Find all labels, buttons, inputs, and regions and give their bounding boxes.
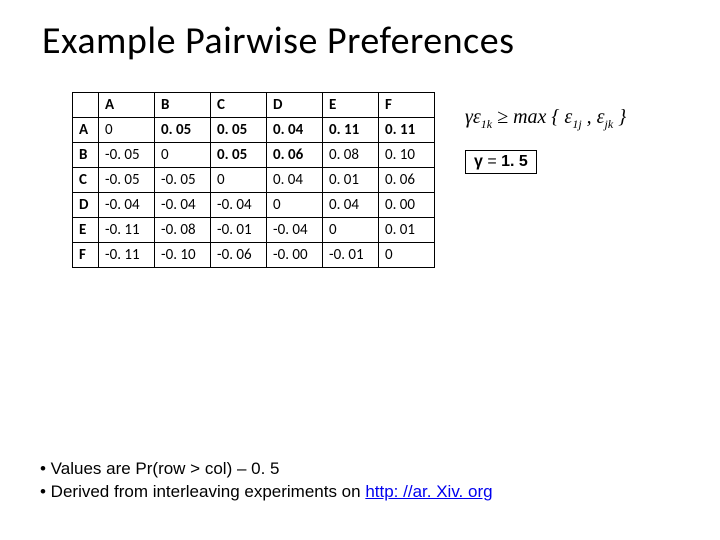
formula-sub: 1j (572, 117, 581, 131)
table-cell: 0. 04 (267, 118, 323, 143)
table-cell: -0. 01 (323, 243, 379, 268)
col-header: D (267, 93, 323, 118)
col-header: A (99, 93, 155, 118)
table-cell: 0 (323, 218, 379, 243)
table-row: E-0. 11-0. 08-0. 01-0. 0400. 01 (73, 218, 435, 243)
footnote-text: • Values are Pr(row > col) – 0. 5 (40, 459, 280, 478)
footnote-line: • Derived from interleaving experiments … (40, 481, 493, 504)
table-corner (73, 93, 99, 118)
gamma-eq: = (483, 153, 501, 170)
table-cell: 0 (211, 168, 267, 193)
slide: Example Pairwise Preferences A B C D E F… (0, 0, 720, 540)
formula-sub: 1k (481, 117, 492, 131)
formula-gamma: γ (465, 106, 473, 128)
table-header-row: A B C D E F (73, 93, 435, 118)
footnote-link[interactable]: http: //ar. Xiv. org (365, 482, 492, 501)
table-cell: -0. 04 (267, 218, 323, 243)
table-cell: -0. 04 (211, 193, 267, 218)
table-cell: 0. 00 (379, 193, 435, 218)
formula-eps: ε (473, 106, 481, 128)
col-header: F (379, 93, 435, 118)
formula-brace-l: { (551, 106, 559, 128)
col-header: B (155, 93, 211, 118)
table-row: D-0. 04-0. 04-0. 0400. 040. 00 (73, 193, 435, 218)
col-header: C (211, 93, 267, 118)
gamma-box: γ = 1. 5 (465, 150, 537, 174)
row-header: B (73, 143, 99, 168)
table-cell: 0 (155, 143, 211, 168)
formula-geq: ≥ (497, 106, 508, 128)
table-cell: -0. 05 (99, 168, 155, 193)
table-cell: -0. 05 (99, 143, 155, 168)
row-header: F (73, 243, 99, 268)
formula-brace-r: } (618, 106, 626, 128)
table-cell: 0. 01 (323, 168, 379, 193)
table-cell: 0. 08 (323, 143, 379, 168)
table-cell: 0. 06 (379, 168, 435, 193)
table-cell: 0. 11 (323, 118, 379, 143)
formula-eps: ε (597, 106, 605, 128)
row-header: A (73, 118, 99, 143)
table-cell: 0. 11 (379, 118, 435, 143)
content-row: A B C D E F A00. 050. 050. 040. 110. 11B… (0, 64, 720, 268)
table-cell: 0. 05 (211, 118, 267, 143)
table-cell: 0. 01 (379, 218, 435, 243)
table-row: C-0. 05-0. 0500. 040. 010. 06 (73, 168, 435, 193)
table-cell: -0. 06 (211, 243, 267, 268)
table-cell: -0. 05 (155, 168, 211, 193)
gamma-symbol: γ (474, 153, 483, 170)
row-header: D (73, 193, 99, 218)
gamma-value: 1. 5 (501, 153, 528, 170)
footnote-text: • Derived from interleaving experiments … (40, 482, 365, 501)
formula-comma: , (587, 106, 592, 128)
preference-table: A B C D E F A00. 050. 050. 040. 110. 11B… (72, 92, 435, 268)
table-cell: 0. 05 (155, 118, 211, 143)
table-cell: 0. 10 (379, 143, 435, 168)
table-row: F-0. 11-0. 10-0. 06-0. 00-0. 010 (73, 243, 435, 268)
page-title: Example Pairwise Preferences (0, 0, 720, 64)
table-cell: 0 (267, 193, 323, 218)
footnote-line: • Values are Pr(row > col) – 0. 5 (40, 458, 493, 481)
table-cell: -0. 11 (99, 218, 155, 243)
row-header: C (73, 168, 99, 193)
footnotes: • Values are Pr(row > col) – 0. 5 • Deri… (40, 458, 493, 504)
formula-max: max (513, 106, 546, 128)
col-header: E (323, 93, 379, 118)
table-cell: 0. 05 (211, 143, 267, 168)
table-cell: -0. 04 (99, 193, 155, 218)
table-cell: -0. 01 (211, 218, 267, 243)
table-cell: 0 (99, 118, 155, 143)
formula: γε1k ≥ max { ε1j , εjk } (465, 106, 626, 132)
table-cell: -0. 08 (155, 218, 211, 243)
formula-sub: jk (605, 117, 614, 131)
table-cell: 0. 04 (323, 193, 379, 218)
table-cell: 0. 06 (267, 143, 323, 168)
table-cell: -0. 10 (155, 243, 211, 268)
table-row: A00. 050. 050. 040. 110. 11 (73, 118, 435, 143)
table-cell: -0. 00 (267, 243, 323, 268)
table-body: A00. 050. 050. 040. 110. 11B-0. 0500. 05… (73, 118, 435, 268)
table-cell: 0 (379, 243, 435, 268)
table-row: B-0. 0500. 050. 060. 080. 10 (73, 143, 435, 168)
table-cell: -0. 04 (155, 193, 211, 218)
table-cell: 0. 04 (267, 168, 323, 193)
row-header: E (73, 218, 99, 243)
side-box: γε1k ≥ max { ε1j , εjk } γ = 1. 5 (465, 92, 626, 174)
table-cell: -0. 11 (99, 243, 155, 268)
